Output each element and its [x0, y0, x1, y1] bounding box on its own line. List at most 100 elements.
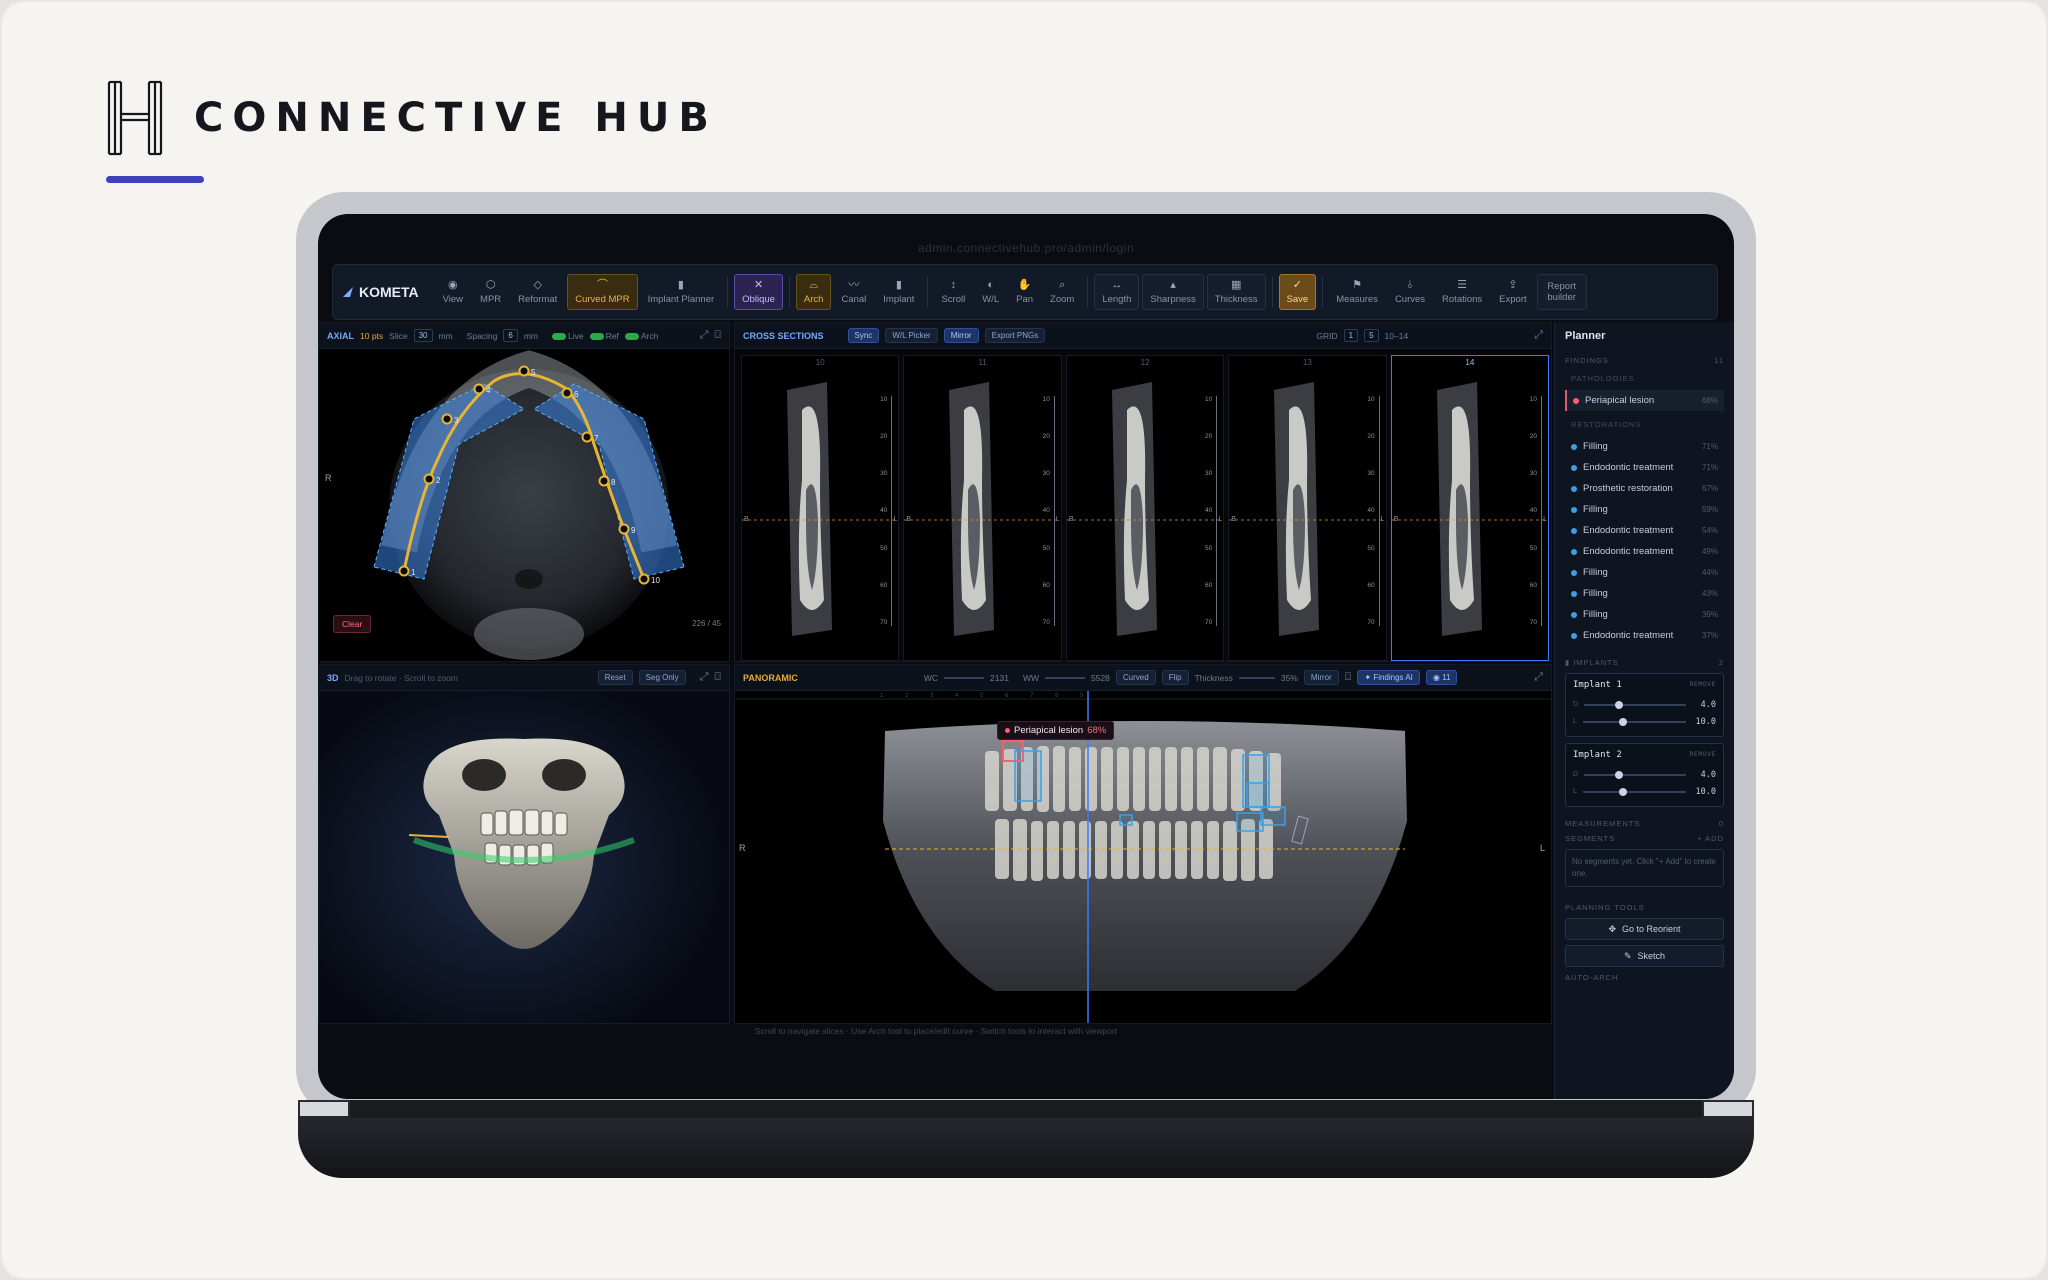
arch-point[interactable] — [423, 473, 435, 485]
sync-chip[interactable]: Sync — [847, 328, 880, 343]
toolbar-thickness-button[interactable]: ▦ Thickness — [1206, 274, 1266, 310]
arch-point[interactable] — [638, 573, 650, 585]
remove-implant-button[interactable]: REMOVE — [1690, 680, 1716, 690]
axial-slice-input[interactable]: 30 — [413, 329, 433, 342]
camera-icon[interactable]: ⌼ — [714, 329, 721, 342]
arch-point[interactable] — [598, 475, 610, 487]
length-slider[interactable] — [1582, 717, 1686, 726]
finding-item-periapical-lesion[interactable]: Periapical lesion 68% — [1565, 390, 1724, 411]
arch-point[interactable] — [398, 565, 410, 577]
finding-item[interactable]: Prosthetic restoration 67% — [1565, 478, 1724, 499]
flip-chip[interactable]: Flip — [1161, 670, 1189, 685]
toolbar-mpr-button[interactable]: ⬡ MPR — [473, 274, 508, 310]
diameter-slider[interactable] — [1584, 700, 1686, 709]
toolbar-reformat-button[interactable]: ◇ Reformat — [511, 274, 564, 310]
toolbar-arch-button[interactable]: ⌓ Arch — [795, 274, 832, 310]
toolbar-sharpness-button[interactable]: ▴ Sharpness — [1142, 274, 1204, 310]
mirror-chip[interactable]: Mirror — [1303, 670, 1339, 685]
toolbar-zoom-button[interactable]: ⌕ Zoom — [1043, 274, 1081, 310]
wc-slider[interactable] — [944, 676, 985, 679]
diameter-slider[interactable] — [1584, 770, 1686, 779]
finding-item[interactable]: Endodontic treatment 71% — [1565, 457, 1724, 478]
remove-implant-button[interactable]: REMOVE — [1690, 750, 1716, 760]
browser-url[interactable]: admin.connectivehub.pro/admin/login — [318, 236, 1734, 260]
sketch-button[interactable]: ✎ Sketch — [1565, 945, 1724, 967]
arch-point[interactable] — [618, 523, 630, 535]
wl-picker-chip[interactable]: W/L Picker — [885, 328, 938, 343]
finding-item[interactable]: Filling 39% — [1565, 604, 1724, 625]
toolbar-oblique-button[interactable]: ✕ Oblique — [734, 274, 783, 310]
cross-section-cell[interactable]: 13 10 20 30 40 50 60 70 B L — [1228, 355, 1387, 661]
toolbar-length-button[interactable]: ↔ Length — [1094, 274, 1140, 310]
finding-item[interactable]: Endodontic treatment 37% — [1565, 625, 1724, 646]
thickness-slider[interactable] — [1238, 676, 1275, 679]
toolbar-w-l-button[interactable]: ◐ W/L — [975, 274, 1006, 310]
axial-panel[interactable]: AXIAL 10 pts Slice 30 mm Spacing 6 mm Li… — [318, 322, 730, 662]
toolbar-view-button[interactable]: ◉ View — [436, 274, 470, 310]
finding-item[interactable]: Endodontic treatment 49% — [1565, 541, 1724, 562]
panoramic-panel[interactable]: PANORAMIC WC 2131 WW 5528 Curved Flip Th… — [734, 664, 1552, 1024]
toolbar-implant-button[interactable]: ▮ Implant — [876, 274, 921, 310]
skull-3d-render[interactable] — [409, 735, 639, 955]
toolbar-curves-button[interactable]: ⫰ Curves — [1388, 274, 1432, 310]
axial-title: AXIAL — [327, 330, 354, 341]
expand-icon[interactable]: ⤢ — [1534, 671, 1543, 684]
implant-card[interactable]: Implant 2 REMOVE D 4.0 L 10.0 — [1565, 743, 1724, 807]
toolbar-save-button[interactable]: ✓ Save — [1278, 274, 1317, 310]
finding-item[interactable]: Filling 71% — [1565, 436, 1724, 457]
toolbar-implant-planner-button[interactable]: ▮ Implant Planner — [641, 274, 722, 310]
expand-icon[interactable]: ⤢ — [700, 671, 709, 684]
finding-item[interactable]: Filling 44% — [1565, 562, 1724, 583]
export-pngs-chip[interactable]: Export PNGs — [984, 328, 1046, 343]
view3d-panel[interactable]: 3D Drag to rotate · Scroll to zoom Reset… — [318, 664, 730, 1024]
arch-point[interactable] — [441, 413, 453, 425]
lesion-annotation[interactable]: Periapical lesion 68% — [997, 721, 1115, 740]
toolbar-export-button[interactable]: ⇪ Export — [1492, 274, 1533, 310]
length-slider[interactable] — [1582, 787, 1686, 796]
panoramic-viewport[interactable]: 123456789 — [735, 691, 1552, 1024]
curved-chip[interactable]: Curved — [1115, 670, 1156, 685]
clear-button[interactable]: Clear — [333, 615, 372, 633]
arch-point[interactable] — [561, 387, 573, 399]
cross-section-cell[interactable]: 12 10 20 30 40 50 60 70 B L — [1065, 355, 1225, 661]
axial-viewport[interactable]: 1 2 3 4 5 6 7 8 9 10 — [319, 349, 730, 662]
implant-card[interactable]: Implant 1 REMOVE D 4.0 L 10.0 — [1565, 673, 1724, 737]
camera-icon[interactable]: ⌼ — [714, 671, 721, 684]
toggle-arch[interactable]: Arch — [624, 331, 658, 341]
axial-spacing-input[interactable]: 6 — [503, 329, 518, 342]
grid-rows-input[interactable]: 1 — [1343, 329, 1359, 342]
camera-icon[interactable]: ⌼ — [1345, 671, 1352, 684]
toolbar-scroll-button[interactable]: ↕ Scroll — [934, 274, 972, 310]
go-to-reorient-button[interactable]: ✥ Go to Reorient — [1565, 918, 1724, 940]
findings-ai-button[interactable]: ✦ Findings AI — [1357, 670, 1420, 685]
toolbar-curved-mpr-button[interactable]: ⌒ Curved MPR — [567, 274, 638, 310]
toolbar-canal-button[interactable]: 〰 Canal — [834, 274, 873, 310]
expand-icon[interactable]: ⤢ — [700, 329, 709, 342]
cross-section-cell[interactable]: 10 10 20 30 40 50 60 70 B L — [741, 355, 900, 661]
finding-item[interactable]: Filling 43% — [1565, 583, 1724, 604]
finding-item[interactable]: Endodontic treatment 54% — [1565, 520, 1724, 541]
cross-section-cell[interactable]: 14 10 20 30 40 50 60 70 B L — [1390, 355, 1550, 661]
seg-only-button[interactable]: Seg Only — [638, 670, 686, 685]
cross-section-cell[interactable]: 11 10 20 30 40 50 60 70 B L — [903, 355, 1062, 661]
grid-cols-input[interactable]: 5 — [1364, 329, 1379, 342]
arch-point[interactable] — [581, 431, 593, 443]
slice-side-right: L — [1543, 516, 1548, 523]
toolbar-measures-button[interactable]: ⚑ Measures — [1329, 274, 1385, 310]
toggle-ref[interactable]: Ref — [589, 331, 619, 341]
view3d-header: 3D Drag to rotate · Scroll to zoom Reset… — [319, 665, 729, 691]
toolbar-pan-button[interactable]: ✋ Pan — [1009, 274, 1040, 310]
findings-count-badge[interactable]: ◉ 11 — [1425, 670, 1458, 685]
toolbar-report-builder-button[interactable]: Report builder — [1536, 274, 1587, 310]
toggle-live[interactable]: Live — [552, 331, 584, 341]
mirror-chip[interactable]: Mirror — [943, 328, 979, 343]
finding-item[interactable]: Filling 59% — [1565, 499, 1724, 520]
toolbar-label: Length — [1102, 293, 1132, 305]
toolbar-rotations-button[interactable]: ☰ Rotations — [1435, 274, 1489, 310]
arch-point[interactable] — [473, 383, 485, 395]
expand-icon[interactable]: ⤢ — [1534, 329, 1543, 342]
arch-point[interactable] — [518, 365, 530, 377]
reset-button[interactable]: Reset — [597, 670, 633, 685]
ww-slider[interactable] — [1044, 676, 1085, 679]
add-segment-button[interactable]: + ADD — [1697, 834, 1724, 843]
